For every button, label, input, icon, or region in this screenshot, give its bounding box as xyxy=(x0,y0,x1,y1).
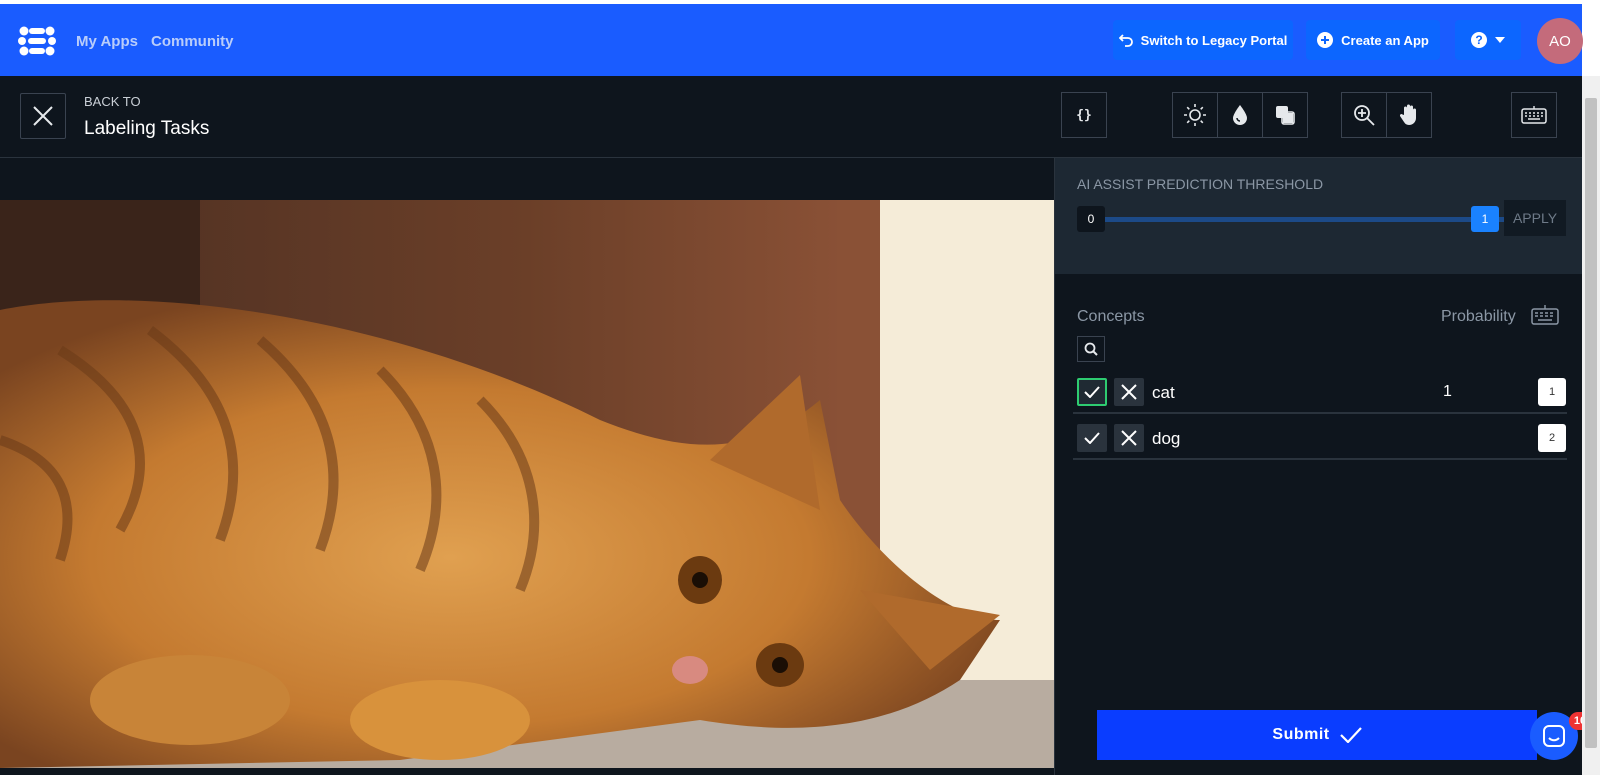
zoom-button[interactable] xyxy=(1341,92,1387,138)
concept-panel: AI ASSIST PREDICTION THRESHOLD 0 1 APPLY… xyxy=(1054,158,1583,775)
keyboard-icon xyxy=(1521,106,1547,124)
sun-icon xyxy=(1184,104,1206,126)
labeling-toolbar: BACK TO Labeling Tasks {} xyxy=(0,76,1582,158)
layers-icon xyxy=(1276,106,1295,125)
apply-button[interactable]: APPLY xyxy=(1504,200,1566,236)
page: My Apps Community Switch to Legacy Porta… xyxy=(0,0,1600,775)
nav-my-apps[interactable]: My Apps xyxy=(76,33,138,50)
threshold-slider-handle[interactable]: 1 xyxy=(1471,206,1499,232)
shortcut-key: 1 xyxy=(1538,378,1566,406)
hand-icon xyxy=(1399,104,1416,125)
reject-button[interactable] xyxy=(1114,424,1144,452)
zoom-in-icon xyxy=(1354,105,1375,126)
submit-button[interactable]: Submit xyxy=(1097,710,1537,760)
close-icon xyxy=(1121,430,1137,446)
concept-row: cat 1 1 xyxy=(1073,370,1567,414)
clarifai-logo[interactable] xyxy=(18,24,56,58)
back-to-label: BACK TO xyxy=(84,94,141,109)
image-canvas[interactable] xyxy=(0,158,1054,775)
undo-arrow-icon xyxy=(1118,34,1133,47)
pan-button[interactable] xyxy=(1386,92,1432,138)
concept-row: dog 2 xyxy=(1073,416,1567,460)
check-icon xyxy=(1339,727,1362,743)
close-icon xyxy=(33,106,53,126)
help-icon: ? xyxy=(1471,32,1487,48)
scrollbar-thumb[interactable] xyxy=(1585,98,1597,748)
switch-legacy-label: Switch to Legacy Portal xyxy=(1140,32,1288,48)
contrast-button[interactable] xyxy=(1262,92,1308,138)
nav-community[interactable]: Community xyxy=(151,33,234,50)
cat-photo xyxy=(0,200,1054,768)
saturation-button[interactable] xyxy=(1217,92,1263,138)
concept-name: cat xyxy=(1152,383,1175,402)
submit-label: Submit xyxy=(1272,726,1330,743)
brightness-button[interactable] xyxy=(1172,92,1218,138)
concepts-header: Concepts xyxy=(1077,308,1145,325)
chat-icon xyxy=(1543,725,1565,747)
close-icon xyxy=(1121,384,1137,400)
json-view-button[interactable]: {} xyxy=(1061,92,1107,138)
back-title[interactable]: Labeling Tasks xyxy=(84,118,209,140)
check-icon xyxy=(1084,432,1100,444)
probability-header: Probability xyxy=(1441,308,1516,325)
threshold-label: AI ASSIST PREDICTION THRESHOLD xyxy=(1077,176,1324,192)
caret-down-icon xyxy=(1495,37,1505,43)
json-label: {} xyxy=(1076,107,1092,123)
search-icon xyxy=(1084,342,1098,356)
user-avatar[interactable]: AO xyxy=(1537,18,1583,64)
page-scrollbar[interactable] xyxy=(1582,76,1600,775)
accept-button[interactable] xyxy=(1077,378,1107,406)
switch-legacy-button[interactable]: Switch to Legacy Portal xyxy=(1113,20,1293,60)
check-icon xyxy=(1084,386,1100,398)
help-menu-button[interactable]: ? xyxy=(1455,20,1521,60)
threshold-section: AI ASSIST PREDICTION THRESHOLD 0 1 APPLY xyxy=(1055,158,1583,274)
reject-button[interactable] xyxy=(1114,378,1144,406)
concept-name: dog xyxy=(1152,429,1181,448)
accept-button[interactable] xyxy=(1077,424,1107,452)
create-app-label: Create an App xyxy=(1341,32,1429,48)
keyboard-icon[interactable] xyxy=(1531,304,1559,326)
threshold-slider-track[interactable] xyxy=(1105,217,1525,222)
concept-probability: 1 xyxy=(1443,383,1452,400)
top-nav: My Apps Community Switch to Legacy Porta… xyxy=(0,4,1583,76)
create-app-button[interactable]: Create an App xyxy=(1306,20,1440,60)
drop-icon xyxy=(1233,105,1247,125)
keyboard-shortcuts-button[interactable] xyxy=(1511,92,1557,138)
concept-search-button[interactable] xyxy=(1077,336,1105,362)
threshold-min-value: 0 xyxy=(1077,206,1105,232)
close-button[interactable] xyxy=(20,93,66,139)
plus-circle-icon xyxy=(1317,32,1334,48)
shortcut-key: 2 xyxy=(1538,424,1566,452)
